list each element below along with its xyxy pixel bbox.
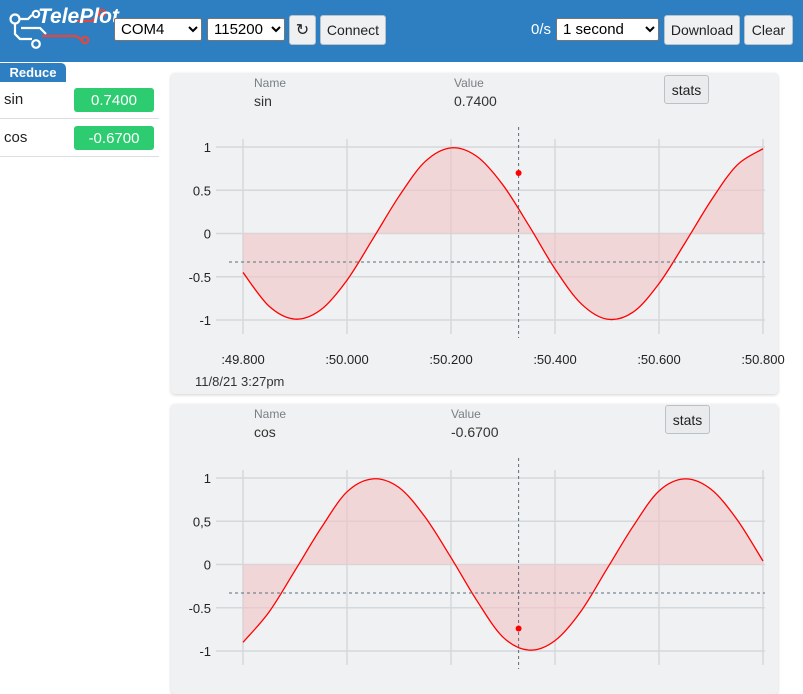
- y-tick-label: -1: [199, 644, 211, 659]
- y-tick-label: 0,5: [193, 514, 211, 529]
- y-tick-label: 1: [204, 471, 211, 486]
- y-tick-label: 0: [204, 558, 211, 573]
- y-tick-label: -0.5: [189, 601, 211, 616]
- cursor-point: [515, 625, 522, 632]
- cos-chart: 1 0,5 0 -0.5 -1: [189, 458, 765, 669]
